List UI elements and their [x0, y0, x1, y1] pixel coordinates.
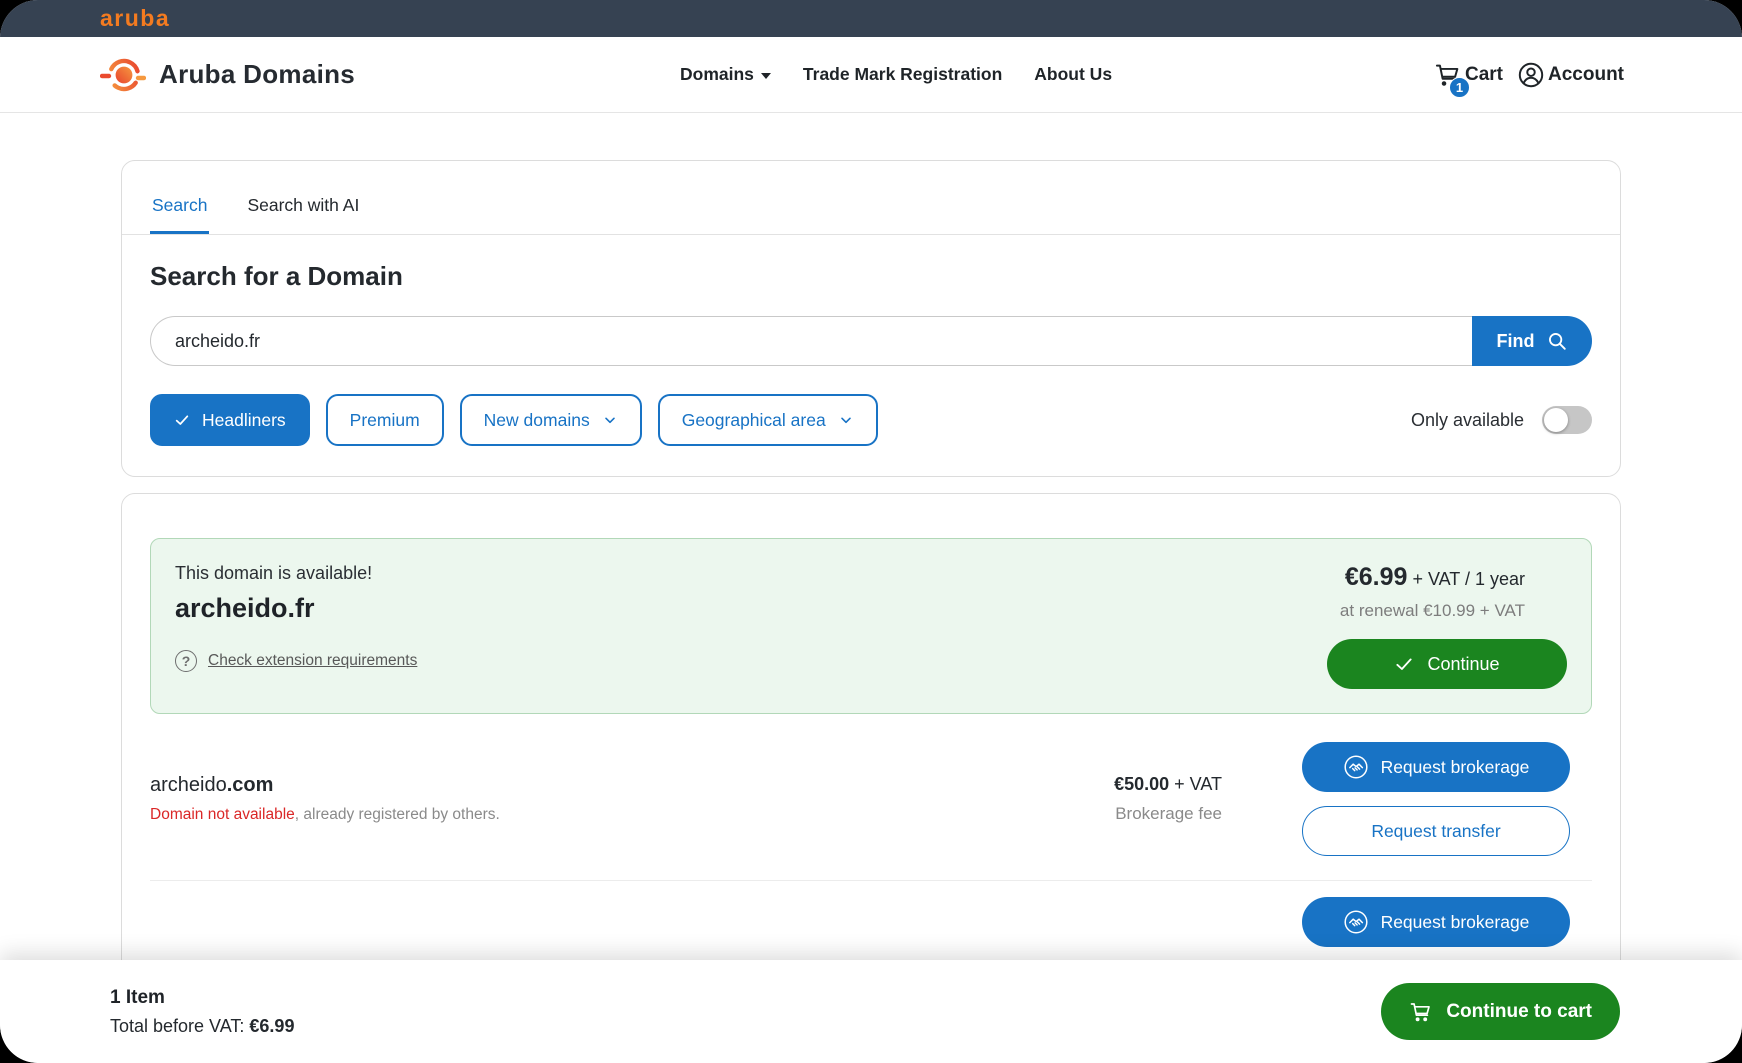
header-actions: 1 Cart Account: [1434, 37, 1624, 112]
filter-geographical-area[interactable]: Geographical area: [658, 394, 878, 446]
cart-summary-bar: 1 Item Total before VAT: €6.99 Continue …: [0, 960, 1742, 1063]
row-actions: Request brokerage Request transfer: [1302, 742, 1570, 856]
brokerage-price: €50.00 + VAT: [992, 774, 1222, 795]
search-tabs: Search Search with AI: [122, 187, 1620, 235]
only-available-label: Only available: [1411, 410, 1524, 431]
brokerage-price-suffix: + VAT: [1169, 774, 1222, 794]
cart-summary-text: 1 Item Total before VAT: €6.99: [110, 987, 294, 1037]
filter-new-domains-label: New domains: [484, 410, 590, 431]
chevron-down-icon: [602, 412, 618, 428]
chevron-down-icon: [761, 73, 771, 79]
price-value: €6.99: [1345, 563, 1408, 591]
nav-domains[interactable]: Domains: [680, 64, 771, 85]
filter-headliners-label: Headliners: [202, 410, 286, 431]
row-info: archeido.com Domain not available, alrea…: [150, 774, 992, 824]
available-domain-banner: This domain is available! archeido.fr Ch…: [150, 538, 1592, 714]
availability-status: This domain is available!: [175, 563, 417, 584]
app-window: aruba Aruba Domains: [0, 0, 1742, 1063]
row-domain-name: archeido.com: [150, 774, 992, 797]
filter-new-domains[interactable]: New domains: [460, 394, 642, 446]
cart-label: Cart: [1465, 64, 1503, 86]
requirements-link-row: Check extension requirements: [175, 650, 417, 672]
search-icon: [1546, 330, 1568, 352]
continue-button[interactable]: Continue: [1327, 639, 1567, 689]
renewal-price: at renewal €10.99 + VAT: [1340, 601, 1525, 621]
result-row-next-partial: Request brokerage: [150, 897, 1592, 947]
row-price-block: €50.00 + VAT Brokerage fee: [992, 774, 1222, 824]
continue-to-cart-button[interactable]: Continue to cart: [1381, 983, 1620, 1040]
tab-search[interactable]: Search: [150, 187, 209, 234]
search-card: Search Search with AI Search for a Domai…: [121, 160, 1621, 477]
question-circle-icon: [175, 650, 197, 672]
filter-geo-label: Geographical area: [682, 410, 826, 431]
chevron-down-icon: [838, 412, 854, 428]
aruba-wordmark[interactable]: aruba: [100, 5, 170, 32]
nav-trademark[interactable]: Trade Mark Registration: [803, 64, 1002, 85]
filter-premium[interactable]: Premium: [326, 394, 444, 446]
check-icon: [1394, 654, 1414, 674]
brokerage-handshake-icon: [1343, 909, 1369, 935]
nav-about-label: About Us: [1034, 64, 1112, 85]
nav-about[interactable]: About Us: [1034, 64, 1112, 85]
check-requirements-link[interactable]: Check extension requirements: [208, 652, 417, 670]
search-form: Find: [150, 316, 1592, 366]
request-brokerage-button[interactable]: Request brokerage: [1302, 897, 1570, 947]
request-brokerage-label: Request brokerage: [1381, 757, 1530, 778]
cart-badge: 1: [1449, 77, 1470, 98]
tab-search-with-ai[interactable]: Search with AI: [245, 187, 361, 234]
cart-total-value: €6.99: [249, 1016, 294, 1036]
aruba-domains-logo[interactable]: Aruba Domains: [100, 54, 355, 96]
request-transfer-label: Request transfer: [1371, 821, 1500, 842]
domain-base: archeido: [150, 774, 227, 796]
toggle-knob: [1544, 408, 1568, 432]
registered-by-others-text: , already registered by others.: [295, 806, 500, 823]
cart-icon: [1409, 1000, 1433, 1024]
not-available-text: Domain not available: [150, 806, 295, 823]
main-nav: Domains Trade Mark Registration About Us: [680, 37, 1112, 112]
brokerage-price-value: €50.00: [1114, 774, 1169, 794]
site-title: Aruba Domains: [159, 59, 355, 90]
account-label: Account: [1548, 64, 1624, 86]
continue-button-label: Continue: [1427, 654, 1499, 675]
domain-search-input[interactable]: [150, 316, 1472, 366]
row-divider: [150, 880, 1592, 881]
nav-domains-label: Domains: [680, 64, 754, 85]
available-domain-name: archeido.fr: [175, 593, 417, 624]
banner-left: This domain is available! archeido.fr Ch…: [175, 563, 417, 689]
result-row-archeido-com: archeido.com Domain not available, alrea…: [150, 742, 1592, 856]
only-available-toggle[interactable]: [1542, 406, 1592, 434]
brokerage-handshake-icon: [1343, 754, 1369, 780]
request-transfer-button[interactable]: Request transfer: [1302, 806, 1570, 856]
request-brokerage-label: Request brokerage: [1381, 912, 1530, 933]
main-content: Search Search with AI Search for a Domai…: [121, 160, 1621, 1063]
banner-right: €6.99 + VAT / 1 year at renewal €10.99 +…: [1327, 563, 1567, 689]
price-suffix: + VAT / 1 year: [1407, 569, 1525, 589]
filter-headliners[interactable]: Headliners: [150, 394, 310, 446]
brokerage-fee-label: Brokerage fee: [992, 804, 1222, 824]
corporate-topbar: aruba: [0, 0, 1742, 37]
request-brokerage-button[interactable]: Request brokerage: [1302, 742, 1570, 792]
find-button[interactable]: Find: [1472, 316, 1592, 366]
row-availability-status: Domain not available, already registered…: [150, 806, 992, 824]
cart-total-label: Total before VAT:: [110, 1016, 249, 1036]
domain-price: €6.99 + VAT / 1 year: [1345, 563, 1525, 592]
only-available-control: Only available: [1411, 406, 1592, 434]
cart-link[interactable]: 1 Cart: [1434, 61, 1503, 89]
cart-items-count: 1 Item: [110, 987, 294, 1009]
domain-tld: .com: [227, 774, 274, 796]
check-icon: [174, 412, 190, 428]
account-icon: [1517, 61, 1545, 89]
nav-trademark-label: Trade Mark Registration: [803, 64, 1002, 85]
filters-row: Headliners Premium New domains Geographi…: [150, 394, 1592, 446]
find-button-label: Find: [1497, 331, 1535, 352]
search-heading: Search for a Domain: [150, 261, 1592, 292]
site-header: Aruba Domains Domains Trade Mark Registr…: [0, 37, 1742, 113]
cart-total: Total before VAT: €6.99: [110, 1016, 294, 1037]
continue-to-cart-label: Continue to cart: [1446, 1001, 1592, 1023]
aruba-domains-logo-icon: [100, 54, 146, 96]
account-link[interactable]: Account: [1517, 61, 1624, 89]
filter-premium-label: Premium: [350, 410, 420, 431]
